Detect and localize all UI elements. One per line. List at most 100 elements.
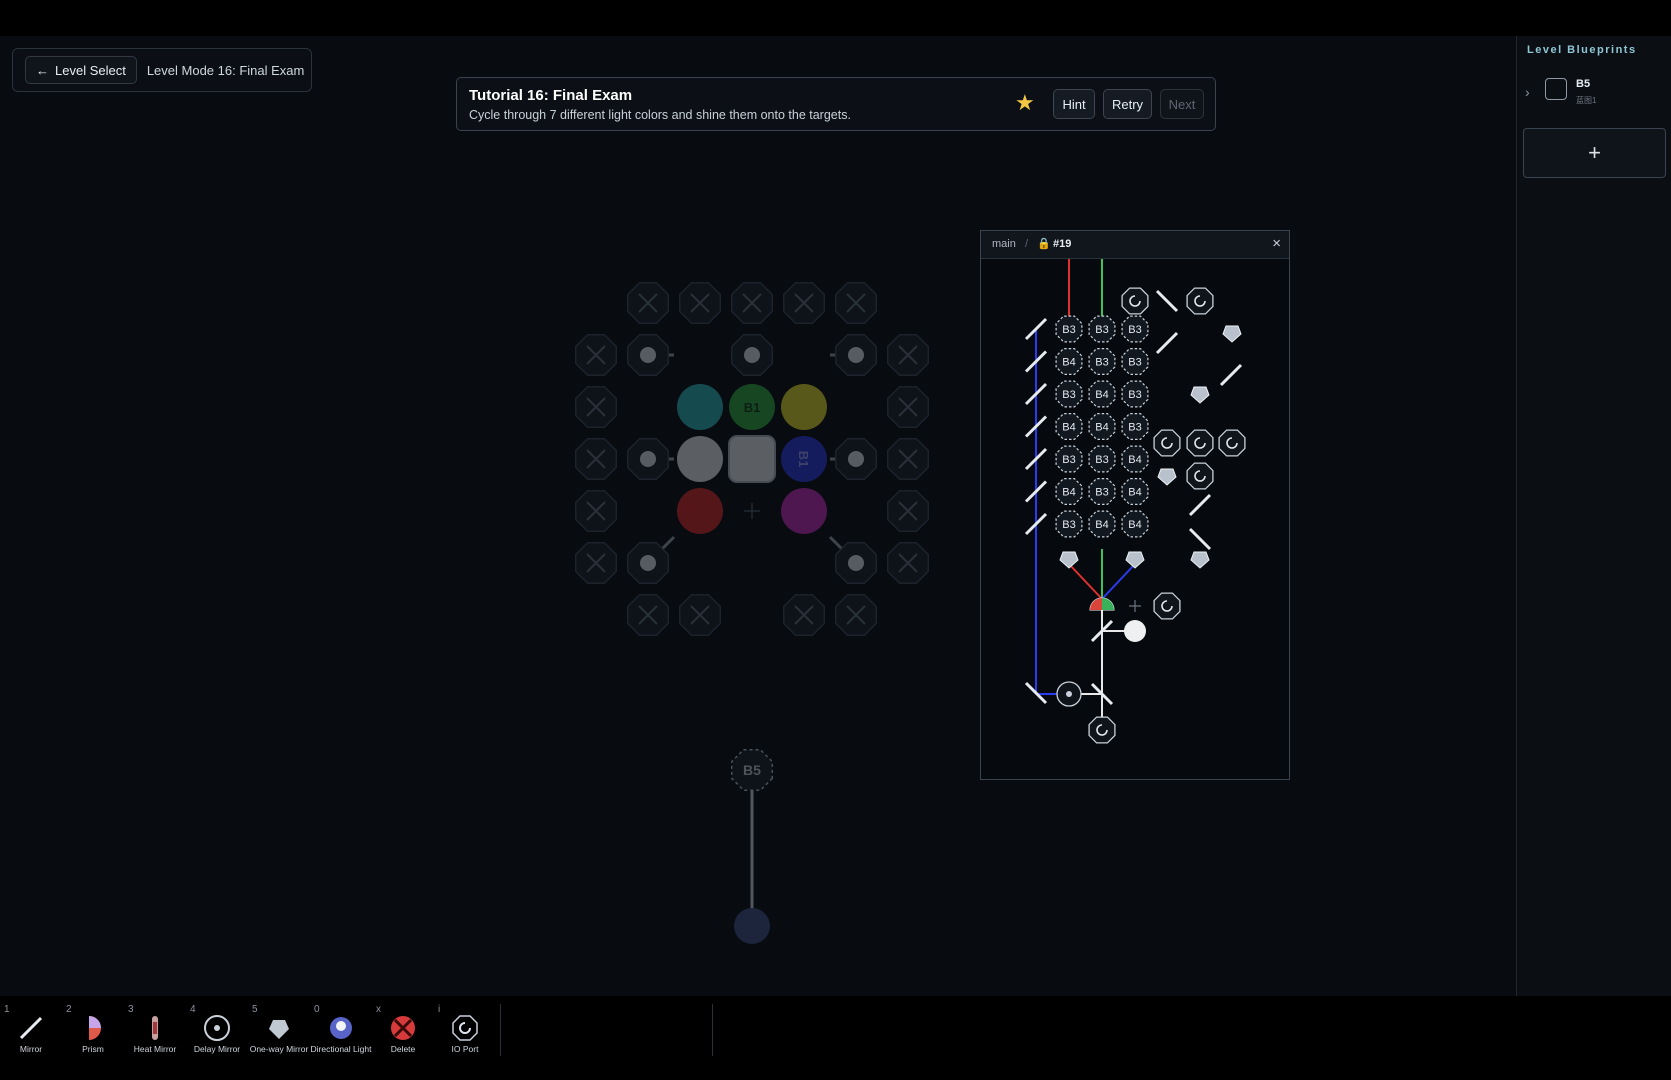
pivot-knob	[848, 347, 864, 363]
sub-blueprint-label: B4	[1095, 389, 1108, 401]
tool-label: Mirror	[19, 1044, 43, 1054]
tool-heat-mirror[interactable]: 3 Heat Mirror	[124, 996, 186, 1060]
sub-blueprint-label: B4	[1062, 422, 1075, 434]
blueprint-name: B5	[1576, 78, 1591, 90]
one-way-mirror-icon[interactable]	[1222, 325, 1242, 343]
tool-hotkey: 3	[128, 1004, 134, 1015]
add-blueprint-button[interactable]: +	[1523, 128, 1666, 178]
popup-breadcrumb-root[interactable]: main	[992, 238, 1016, 250]
hint-button[interactable]: Hint	[1053, 89, 1095, 119]
sub-blueprint-label: B3	[1062, 324, 1075, 336]
sub-blueprint-label: B4	[1095, 519, 1108, 531]
mirror-icon[interactable]	[1155, 331, 1179, 355]
sub-blueprint-label: B3	[1095, 454, 1108, 466]
mirror-icon[interactable]	[1188, 493, 1212, 517]
one-way-mirror-icon[interactable]	[1157, 468, 1177, 486]
level-title: Level Mode 16: Final Exam	[146, 62, 305, 78]
blue-beam	[1101, 563, 1136, 600]
sub-blueprint-label: B3	[1128, 422, 1141, 434]
one-way-mirror-icon[interactable]	[1059, 551, 1079, 569]
tool-delay-mirror[interactable]: 4 Delay Mirror	[186, 996, 248, 1060]
prism-color	[1102, 598, 1114, 610]
delete-icon	[391, 1016, 415, 1040]
close-icon[interactable]: ×	[1272, 235, 1281, 252]
blueprints-title: Level Blueprints	[1527, 44, 1637, 56]
sub-blueprint-label: B4	[1128, 487, 1141, 499]
tool-hotkey: 4	[190, 1004, 196, 1015]
io-port-icon[interactable]	[1088, 716, 1116, 744]
magenta-target[interactable]	[781, 488, 827, 534]
delay-mirror-icon	[204, 1015, 230, 1041]
delay-mirror-core	[1066, 691, 1072, 697]
one-way-mirror-icon[interactable]	[1190, 551, 1210, 569]
tool-hotkey: 0	[314, 1004, 320, 1015]
tutorial-title: Tutorial 16: Final Exam	[469, 87, 633, 104]
sub-blueprint-label: B3	[1062, 519, 1075, 531]
popup-header: main / 🔒 #19 ×	[981, 231, 1289, 259]
sub-blueprint-label: B4	[1095, 422, 1108, 434]
tutorial-panel: Tutorial 16: Final Exam Cycle through 7 …	[456, 77, 1216, 131]
tool-prism[interactable]: 2 Prism	[62, 996, 124, 1060]
retry-button[interactable]: Retry	[1103, 89, 1152, 119]
io-port-icon[interactable]	[1121, 287, 1149, 315]
tool-directional-light[interactable]: 0 Directional Light	[310, 996, 372, 1060]
tool-one-way-mirror[interactable]: 5 One-way Mirror	[248, 996, 310, 1060]
mirror-icon	[19, 1016, 43, 1040]
next-button[interactable]: Next	[1160, 89, 1204, 119]
tool-label: Delete	[390, 1044, 416, 1054]
blueprints-panel: Level Blueprints › B5 蓝图1 +	[1516, 36, 1671, 996]
tool-label: Directional Light	[310, 1044, 372, 1054]
toolbar: 1 Mirror 2 Prism 3 Heat Mirror 4 Delay Mirror 5 O…	[0, 996, 1671, 1060]
sub-blueprint-label: B3	[1095, 357, 1108, 369]
one-way-mirror-icon	[269, 1020, 289, 1039]
sub-blueprint-label: B4	[1128, 454, 1141, 466]
red-target[interactable]	[677, 488, 723, 534]
chevron-right-icon[interactable]: ›	[1525, 84, 1530, 100]
level-select-label: Level Select	[55, 62, 126, 78]
sub-blueprint-label: B3	[1095, 324, 1108, 336]
lock-icon: 🔒	[1037, 238, 1051, 250]
white-target[interactable]	[677, 436, 723, 482]
tool-label: One-way Mirror	[249, 1044, 309, 1054]
io-port-icon[interactable]	[1153, 429, 1181, 457]
one-way-mirror-icon[interactable]	[1190, 386, 1210, 404]
io-port-icon[interactable]	[1153, 592, 1181, 620]
sub-blueprint-label: B3	[1062, 454, 1075, 466]
tool-io-port[interactable]: i IO Port	[434, 996, 496, 1060]
popup-canvas[interactable]: B3 B3 B3 B4 B3 B3 B3 B4 B3 B4 B4 B3 B3 B3 B4 B4 B3 B4 B3 B4…	[981, 259, 1289, 779]
cyan-target[interactable]	[677, 384, 723, 430]
light-source[interactable]	[734, 908, 770, 944]
directional-light-icon	[330, 1017, 352, 1039]
io-port-icon[interactable]	[1186, 429, 1214, 457]
pivot-knob	[640, 555, 656, 571]
tool-hotkey: 1	[4, 1004, 10, 1015]
breadcrumb: ← Level Select Level Mode 16: Final Exam	[12, 48, 312, 92]
blueprint-item[interactable]: › B5 蓝图1	[1517, 68, 1671, 124]
yellow-target[interactable]	[781, 384, 827, 430]
level-select-button[interactable]: ← Level Select	[25, 56, 137, 84]
top-bar	[0, 0, 1671, 36]
arrow-left-icon: ←	[36, 62, 49, 78]
directional-light-icon[interactable]	[1124, 620, 1146, 642]
mirror-icon[interactable]	[1219, 363, 1243, 387]
star-icon: ★	[1015, 90, 1035, 115]
one-way-mirror-icon[interactable]	[1125, 551, 1145, 569]
mirror-icon[interactable]	[1188, 527, 1212, 551]
mirror-icon[interactable]	[1155, 289, 1179, 313]
io-port-icon[interactable]	[1186, 287, 1214, 315]
io-port-icon[interactable]	[1218, 429, 1246, 457]
popup-id: #19	[1053, 238, 1072, 250]
io-port-icon[interactable]	[1186, 462, 1214, 490]
selected-cell[interactable]	[728, 435, 776, 483]
tool-hotkey: 5	[252, 1004, 258, 1015]
blueprint-popup: main / 🔒 #19 × B3 B3 B3 B4 B3 B3 B3 B4 B3 B4 B4 B3 B…	[980, 230, 1290, 780]
sub-blueprint-label: B3	[1128, 357, 1141, 369]
tutorial-description: Cycle through 7 different light colors a…	[469, 108, 851, 122]
sub-blueprint-label: B3	[1062, 389, 1075, 401]
tool-mirror[interactable]: 1 Mirror	[0, 996, 62, 1060]
pivot-knob	[744, 347, 760, 363]
sub-blueprint-label: B3	[1128, 389, 1141, 401]
tool-delete[interactable]: x Delete	[372, 996, 434, 1060]
prism-icon	[89, 1016, 101, 1040]
crosshair-icon	[1129, 600, 1141, 612]
